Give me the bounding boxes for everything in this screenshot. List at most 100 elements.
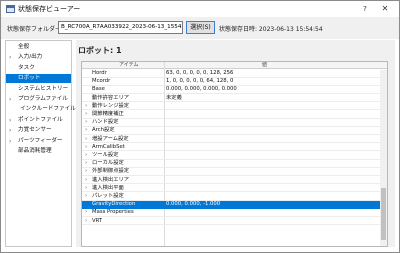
property-row[interactable]: Hordr 63, 0, 0, 0, 0, 0, 128, 256: [82, 70, 387, 78]
property-name: Arch設定: [92, 127, 115, 134]
close-button[interactable]: ✕: [379, 3, 391, 15]
property-name: Mass Properties: [92, 209, 134, 216]
property-name: Mcordr: [92, 78, 111, 85]
property-row[interactable]: 動作許容エリア 未定義: [82, 95, 387, 103]
sidebar-item-label: 入力/出力: [18, 54, 43, 61]
chevron-right-icon[interactable]: ›: [9, 95, 11, 104]
property-row[interactable]: › ハンド設定: [82, 119, 387, 127]
sidebar-item[interactable]: › 入力/出力: [6, 53, 71, 62]
property-row[interactable]: › ローカル設定: [82, 160, 387, 168]
chevron-right-icon[interactable]: ›: [9, 137, 11, 146]
chevron-right-icon[interactable]: ›: [85, 168, 87, 176]
chevron-right-icon[interactable]: ›: [85, 160, 87, 168]
chevron-right-icon[interactable]: ›: [9, 126, 11, 135]
select-button[interactable]: 選択(S): [186, 21, 215, 34]
window-icon: [6, 5, 15, 13]
chevron-right-icon[interactable]: ›: [85, 193, 87, 201]
property-name: 外部制御点設定: [92, 168, 130, 175]
property-row[interactable]: Base 0.000, 0.000, 0.000, 0.000: [82, 86, 387, 95]
property-value: 未定義: [166, 94, 182, 101]
property-row[interactable]: › 動作レンジ設定: [82, 103, 387, 111]
sidebar-item-label: 部品消耗管理: [18, 148, 52, 154]
folder-label: 状態保存フォルダー:: [7, 26, 64, 33]
property-row[interactable]: › ツール設定: [82, 152, 387, 160]
sidebar-item-label: タスク: [18, 64, 35, 71]
help-button[interactable]: ?: [359, 3, 371, 15]
folder-toolbar: 状態保存フォルダー: B_RC700A_R7AA033922_2023-06-1…: [1, 17, 399, 39]
sidebar-item[interactable]: 全般: [6, 43, 71, 52]
sidebar-item-label: システムヒストリー: [18, 85, 69, 92]
property-value: 0.000, 0.000, -1.000: [166, 201, 221, 208]
property-name: ArmCalibSet: [92, 143, 125, 150]
sidebar-item-label: 力覚センサー: [18, 127, 52, 134]
chevron-right-icon[interactable]: ›: [9, 53, 11, 62]
column-header-value[interactable]: 値: [262, 62, 267, 69]
sidebar-item-label: パーツフィーダー: [18, 137, 63, 144]
grid-header: アイテム 値: [82, 62, 387, 69]
property-name: 増設アーム設定: [92, 135, 129, 142]
sidebar-item-label: ポイントファイル: [18, 116, 63, 123]
chevron-right-icon[interactable]: ›: [85, 103, 87, 111]
property-name: ツール設定: [92, 152, 119, 158]
sidebar-item[interactable]: ロボット: [6, 74, 71, 84]
sidebar-item[interactable]: 部品消耗管理: [6, 147, 71, 156]
chevron-right-icon[interactable]: ›: [85, 209, 87, 217]
chevron-right-icon[interactable]: ›: [85, 177, 87, 185]
vertical-scrollbar[interactable]: [380, 70, 387, 246]
property-row[interactable]: GravityDirection 0.000, 0.000, -1.000: [82, 201, 387, 209]
property-row[interactable]: › VRT: [82, 218, 387, 226]
property-row[interactable]: › 進入検出平面: [82, 185, 387, 193]
property-name: 進入検出平面: [92, 184, 124, 191]
chevron-right-icon[interactable]: ›: [85, 136, 87, 144]
window-title: 状態保存ビューアー: [18, 5, 81, 13]
property-value: 1, 0, 0, 0, 0, 0, 64, 128, 0: [166, 78, 234, 85]
property-row[interactable]: › Mass Properties: [82, 209, 387, 218]
property-row[interactable]: › 関節精度補正: [82, 111, 387, 119]
navigation-tree: 全般 › 入力/出力タスクロボットシステムヒストリー › プログラムファイルインクルード…: [5, 40, 76, 247]
chevron-right-icon[interactable]: ›: [9, 116, 11, 125]
main-panel: ロボット: 1 アイテム 値 Hordr 63, 0, 0, 0, 0, 0, 1…: [76, 40, 395, 247]
title-bar: 状態保存ビューアー ? ✕: [1, 1, 399, 17]
property-row[interactable]: › Arch設定: [82, 127, 387, 136]
chevron-right-icon[interactable]: ›: [85, 111, 87, 119]
property-row[interactable]: Mcordr 1, 0, 0, 0, 0, 0, 64, 128, 0: [82, 78, 387, 86]
sidebar-item[interactable]: › ポイントファイル: [6, 116, 71, 125]
sidebar-item[interactable]: タスク: [6, 64, 71, 73]
folder-path-field[interactable]: B_RC700A_R7AA033922_2023-06-13_155453: [58, 21, 183, 34]
column-header-item[interactable]: アイテム: [119, 62, 139, 69]
sidebar-item-label: インクルードファイル: [20, 106, 76, 113]
sidebar-item[interactable]: › 力覚センサー: [6, 126, 71, 135]
property-name: ローカル設定: [92, 160, 124, 167]
property-value: 63, 0, 0, 0, 0, 0, 128, 256: [166, 70, 234, 76]
sidebar-item[interactable]: インクルードファイル: [6, 105, 76, 114]
property-name: ハンド設定: [92, 119, 119, 126]
chevron-right-icon[interactable]: ›: [85, 218, 87, 226]
property-grid: アイテム 値 Hordr 63, 0, 0, 0, 0, 0, 128, 256 M…: [81, 61, 388, 247]
scrollbar-thumb[interactable]: [381, 188, 386, 240]
chevron-right-icon[interactable]: ›: [85, 144, 87, 152]
sidebar-item[interactable]: › パーツフィーダー: [6, 137, 71, 146]
sidebar-item[interactable]: システムヒストリー: [6, 85, 71, 94]
property-row[interactable]: › 外部制御点設定: [82, 168, 387, 177]
sidebar-item-label: プログラムファイル: [18, 96, 68, 102]
chevron-right-icon[interactable]: ›: [85, 185, 87, 193]
property-row[interactable]: › ArmCalibSet: [82, 144, 387, 152]
chevron-right-icon[interactable]: ›: [85, 127, 87, 135]
property-name: VRT: [92, 217, 103, 224]
property-name: パレット設定: [92, 193, 124, 199]
robot-title: ロボット: 1: [78, 46, 122, 55]
saved-datetime: 状態保存日時: 2023-06-13 15:54:54: [219, 26, 323, 33]
sidebar-item-label: 全般: [18, 44, 30, 50]
chevron-right-icon[interactable]: ›: [85, 119, 87, 127]
property-name: 動作許容エリア: [92, 94, 130, 101]
property-name: Base: [92, 86, 105, 93]
sidebar-item[interactable]: › プログラムファイル: [6, 95, 71, 104]
property-row[interactable]: › 増設アーム設定: [82, 136, 387, 144]
state-viewer-window: 状態保存ビューアー ? ✕ 状態保存フォルダー: B_RC700A_R7AA03…: [0, 0, 400, 253]
sidebar-item-label: ロボット: [18, 75, 41, 82]
property-name: 関節精度補正: [92, 111, 124, 117]
property-row[interactable]: › 進入検出エリア: [82, 177, 387, 185]
property-value: 0.000, 0.000, 0.000, 0.000: [166, 86, 237, 93]
property-row[interactable]: › パレット設定: [82, 193, 387, 201]
chevron-right-icon[interactable]: ›: [85, 152, 87, 160]
